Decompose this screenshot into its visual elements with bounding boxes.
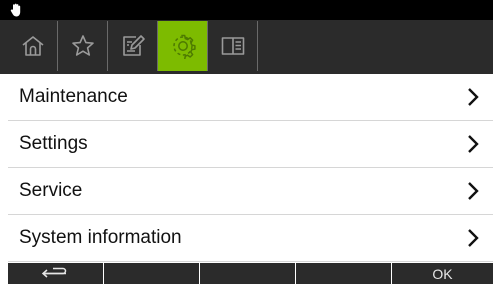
tab-manual[interactable] bbox=[208, 21, 258, 71]
softkey-2[interactable] bbox=[104, 263, 200, 284]
menu-item-service[interactable]: Service bbox=[8, 168, 493, 215]
menu-item-system-information[interactable]: System information bbox=[8, 215, 493, 262]
chevron-right-icon bbox=[468, 135, 479, 153]
ok-label: OK bbox=[432, 265, 453, 282]
softkey-3[interactable] bbox=[200, 263, 296, 284]
gear-icon bbox=[172, 34, 196, 59]
softkey-bar: OK bbox=[8, 263, 493, 284]
settings-menu: Maintenance Settings Service System info… bbox=[8, 74, 493, 262]
ok-button[interactable]: OK bbox=[392, 263, 493, 284]
hand-icon bbox=[10, 3, 21, 17]
tab-edit[interactable] bbox=[108, 21, 158, 71]
menu-item-label: System information bbox=[19, 227, 182, 248]
menu-item-maintenance[interactable]: Maintenance bbox=[8, 74, 493, 121]
tab-home[interactable] bbox=[8, 21, 58, 71]
star-icon bbox=[71, 35, 94, 56]
back-arrow-icon bbox=[41, 267, 66, 278]
back-button[interactable] bbox=[8, 263, 104, 284]
chevron-right-icon bbox=[468, 88, 479, 106]
menu-item-label: Service bbox=[19, 180, 83, 201]
menu-item-settings[interactable]: Settings bbox=[8, 121, 493, 168]
menu-item-label: Settings bbox=[19, 133, 88, 154]
book-icon bbox=[221, 37, 244, 55]
home-icon bbox=[22, 36, 43, 56]
tab-favorites[interactable] bbox=[58, 21, 108, 71]
edit-icon bbox=[122, 35, 145, 56]
tab-settings[interactable] bbox=[158, 21, 208, 71]
softkey-4[interactable] bbox=[296, 263, 392, 284]
menu-item-label: Maintenance bbox=[19, 86, 128, 107]
chevron-right-icon bbox=[468, 182, 479, 200]
chevron-right-icon bbox=[468, 229, 479, 247]
screen: Maintenance Settings Service System info… bbox=[0, 0, 493, 284]
status-bar bbox=[0, 0, 493, 20]
tab-bar bbox=[0, 20, 493, 74]
